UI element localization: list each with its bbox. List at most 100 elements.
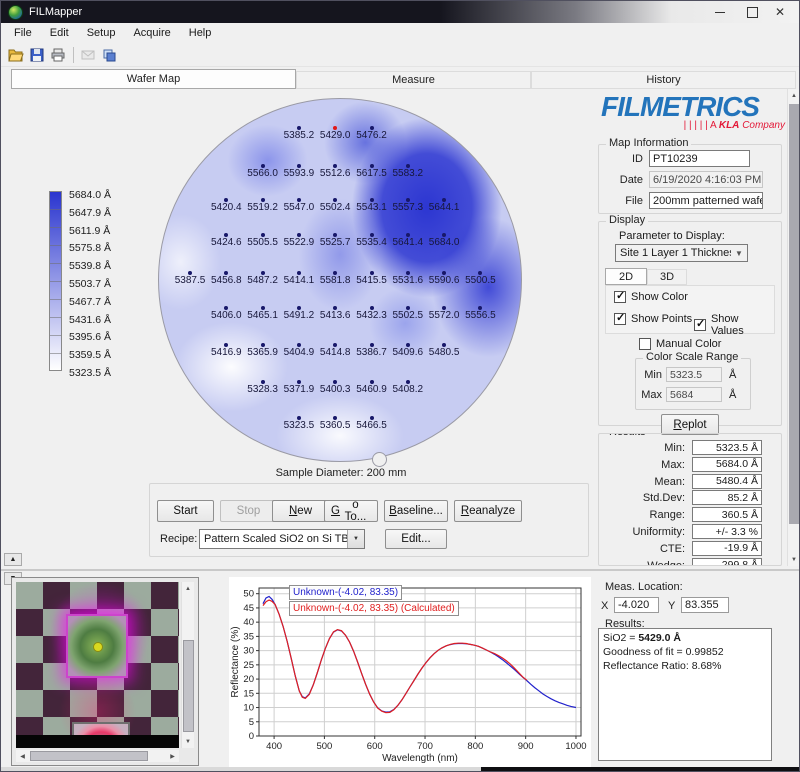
svg-text:400: 400: [266, 741, 282, 752]
bottom-strip-right: [481, 767, 800, 772]
filmetrics-logo: FILMETRICS | | | | | A KLA Company: [601, 93, 785, 131]
scroll-up-icon[interactable]: ▲: [182, 582, 194, 595]
scrollbar-thumb[interactable]: [183, 640, 194, 732]
legend-label: 5431.6 Å: [69, 314, 111, 328]
tab-history[interactable]: History: [531, 71, 796, 89]
results-row-label: Uniformity:: [599, 526, 685, 538]
scroll-up-icon[interactable]: ▲: [788, 89, 800, 102]
scroll-right-icon[interactable]: ▶: [166, 750, 179, 762]
meas-location-label: Meas. Location:: [605, 581, 683, 593]
wafer-site[interactable]: 5466.5: [349, 416, 395, 431]
close-button[interactable]: ✕: [763, 1, 797, 23]
id-label: ID: [599, 153, 643, 165]
legend-label: 5503.7 Å: [69, 278, 111, 292]
y-field[interactable]: 83.355: [681, 597, 729, 613]
minimize-button[interactable]: [703, 1, 737, 23]
menu-item-file[interactable]: File: [5, 24, 41, 42]
scroll-left-icon[interactable]: ◀: [16, 750, 29, 762]
results-row-label: Std.Dev:: [599, 492, 685, 504]
svg-text:800: 800: [467, 741, 483, 752]
baseline-button[interactable]: Baseline...: [384, 500, 448, 522]
export-icon[interactable]: [99, 45, 119, 65]
tab-wafer-map[interactable]: Wafer Map: [11, 69, 296, 89]
camera-hscrollbar[interactable]: ◀ ▶: [16, 750, 179, 762]
svg-text:35: 35: [243, 631, 254, 642]
display-options-panel: ✓Show Color ✓Show Points ✓Show Values: [605, 285, 775, 334]
wafer-site[interactable]: 5480.5: [421, 343, 467, 358]
wafer-site[interactable]: 5556.5: [457, 306, 503, 321]
reanalyze-button[interactable]: Reanalyze: [454, 500, 522, 522]
min-field: 5323.5: [666, 367, 722, 382]
collapse-up-icon[interactable]: ▲: [4, 553, 22, 566]
new-button[interactable]: New: [272, 500, 329, 522]
results-row-value: 85.2 Å: [692, 490, 762, 505]
results-row-value: -19.9 Å: [692, 541, 762, 556]
map-information-title: Map Information: [606, 137, 691, 149]
logo-brand: FILMETRICS: [601, 93, 785, 121]
parameter-label: Parameter to Display:: [619, 230, 725, 242]
legend-label: 5575.8 Å: [69, 242, 111, 256]
x-field[interactable]: -4.020: [614, 597, 659, 613]
min-unit: Å: [729, 369, 736, 381]
show-values-checkbox[interactable]: ✓Show Values: [694, 313, 774, 337]
recipe-value: Pattern Scaled SiO2 on Si TBD: [200, 533, 347, 545]
map-information-group: Map Information ID PT10239 Date 6/19/202…: [598, 144, 782, 214]
scrollbar-thumb[interactable]: [30, 751, 148, 761]
file-field[interactable]: 200mm patterned wafe: [649, 192, 763, 209]
wafer-map[interactable]: 5385.25429.05476.25566.05593.95512.65617…: [158, 98, 522, 462]
tab-2d[interactable]: 2D: [605, 268, 647, 285]
right-panel-scrollbar[interactable]: ▲ ▼: [787, 89, 800, 566]
mail-icon[interactable]: [78, 45, 98, 65]
min-label: Min: [636, 369, 662, 381]
manual-color-checkbox[interactable]: Manual Color: [639, 338, 721, 350]
app-icon: [8, 5, 23, 20]
color-scale-range-group: Color Scale Range Min 5323.5 Å Max 5684 …: [635, 358, 751, 410]
recipe-label: Recipe:: [160, 533, 197, 545]
print-icon[interactable]: [48, 45, 68, 65]
color-scale-legend: [49, 191, 62, 371]
goto-button[interactable]: Go To...: [324, 500, 378, 522]
menu-item-help[interactable]: Help: [180, 24, 221, 42]
site-value: 5476.2: [349, 131, 395, 141]
scroll-down-icon[interactable]: ▼: [788, 553, 800, 566]
wafer-site[interactable]: 5476.2: [349, 126, 395, 141]
results-row-value: 5323.5 Å: [692, 440, 762, 455]
svg-text:900: 900: [518, 741, 534, 752]
wafer-site[interactable]: 5644.1: [421, 198, 467, 213]
logo-company: Company: [742, 120, 785, 131]
show-color-checkbox[interactable]: ✓Show Color: [614, 291, 688, 303]
scrollbar-thumb[interactable]: [789, 104, 800, 524]
open-icon[interactable]: [6, 45, 26, 65]
app-window: FILMapper ✕ FileEditSetupAcquireHelp Waf…: [0, 0, 800, 772]
menu-item-setup[interactable]: Setup: [78, 24, 125, 42]
wafer-site[interactable]: 5684.0: [421, 233, 467, 248]
tab-measure[interactable]: Measure: [296, 71, 531, 89]
replot-button[interactable]: Replot: [661, 414, 719, 435]
svg-text:15: 15: [243, 688, 254, 699]
recipe-select[interactable]: Pattern Scaled SiO2 on Si TBD ▼: [199, 529, 365, 549]
wafer-site[interactable]: 5408.2: [385, 380, 431, 395]
pane-divider[interactable]: [1, 569, 799, 571]
wafer-site[interactable]: 5500.5: [457, 271, 503, 286]
results-row-label: Max:: [599, 459, 685, 471]
id-field[interactable]: PT10239: [649, 150, 750, 167]
camera-view: ▲ ▼ ◀ ▶: [11, 577, 199, 766]
svg-text:Reflectance (%): Reflectance (%): [230, 626, 241, 697]
scroll-down-icon[interactable]: ▼: [182, 735, 194, 748]
wafer-site[interactable]: 5583.2: [385, 164, 431, 179]
parameter-select[interactable]: Site 1 Layer 1 Thickness ▼: [615, 244, 748, 262]
tab-3d[interactable]: 3D: [647, 269, 687, 285]
camera-vscrollbar[interactable]: ▲ ▼: [181, 582, 194, 748]
edit-button[interactable]: Edit...: [385, 529, 447, 549]
result-line-thickness: SiO2 = 5429.0 Å: [603, 631, 767, 645]
results-row-label: Mean:: [599, 476, 685, 488]
menu-item-acquire[interactable]: Acquire: [124, 24, 179, 42]
wafer-notch: [372, 452, 387, 467]
camera-target-upper: [66, 614, 128, 678]
show-points-checkbox[interactable]: ✓Show Points: [614, 313, 692, 325]
meas-results-box: SiO2 = 5429.0 Å Goodness of fit = 0.9985…: [598, 628, 772, 761]
save-icon[interactable]: [27, 45, 47, 65]
menu-item-edit[interactable]: Edit: [41, 24, 78, 42]
camera-image[interactable]: [16, 582, 179, 748]
start-button[interactable]: Start: [157, 500, 214, 522]
